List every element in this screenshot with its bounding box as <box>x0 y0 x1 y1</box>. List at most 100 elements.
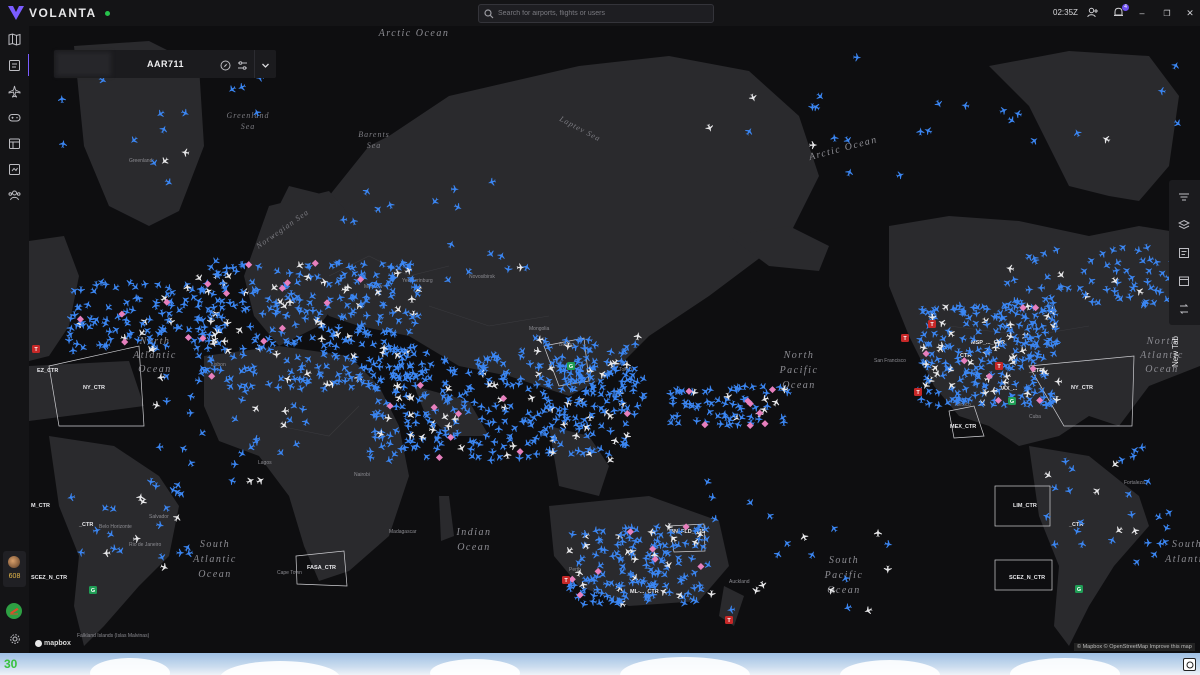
aircraft-icon[interactable] <box>227 84 238 95</box>
tool-layers[interactable] <box>1177 218 1191 232</box>
aircraft-icon[interactable] <box>620 418 631 429</box>
aircraft-icon[interactable] <box>505 400 516 411</box>
aircraft-icon[interactable] <box>173 305 184 316</box>
aircraft-icon[interactable] <box>186 457 197 468</box>
aircraft-icon[interactable] <box>606 427 615 436</box>
aircraft-icon[interactable] <box>1029 135 1040 146</box>
airport-event-marker[interactable] <box>756 409 764 417</box>
aircraft-icon[interactable] <box>1131 556 1142 567</box>
aircraft-icon[interactable] <box>368 339 379 350</box>
aircraft-icon[interactable] <box>255 475 266 486</box>
aircraft-icon[interactable] <box>596 421 607 432</box>
aircraft-icon[interactable] <box>630 410 639 419</box>
atc-tower-marker[interactable]: T <box>901 334 909 342</box>
airport-event-marker[interactable] <box>260 337 268 345</box>
aircraft-icon[interactable] <box>610 406 619 415</box>
aircraft-icon[interactable] <box>1144 538 1153 547</box>
airport-event-marker[interactable] <box>204 280 212 288</box>
aircraft-icon[interactable] <box>141 279 150 289</box>
atc-tower-marker[interactable]: T <box>32 345 40 353</box>
aircraft-icon[interactable] <box>1149 549 1160 560</box>
aircraft-icon[interactable] <box>610 436 620 446</box>
aircraft-icon[interactable] <box>704 406 715 417</box>
atc-ground-marker[interactable]: G <box>567 362 575 370</box>
aircraft-icon[interactable] <box>758 381 769 392</box>
aircraft-icon[interactable] <box>106 334 116 344</box>
aircraft-icon[interactable] <box>125 278 136 289</box>
aircraft-icon[interactable] <box>194 351 205 362</box>
friends-button[interactable] <box>1086 6 1099 19</box>
new-tab-button[interactable]: New Tab <box>1171 333 1184 371</box>
aircraft-icon[interactable] <box>758 580 768 590</box>
sidebar-item-briefing[interactable] <box>7 136 22 151</box>
sidebar-item-community[interactable] <box>7 188 22 203</box>
aircraft-icon[interactable] <box>863 605 873 615</box>
aircraft-icon[interactable] <box>489 417 498 427</box>
aircraft-icon[interactable] <box>916 127 925 136</box>
airport-event-marker[interactable] <box>761 420 769 428</box>
aircraft-icon[interactable] <box>873 528 882 537</box>
aircraft-icon[interactable] <box>110 282 121 293</box>
aircraft-icon[interactable] <box>707 590 716 599</box>
aircraft-icon[interactable] <box>102 341 111 350</box>
aircraft-icon[interactable] <box>194 272 205 283</box>
aircraft-icon[interactable] <box>196 428 207 439</box>
aircraft-icon[interactable] <box>844 167 854 177</box>
aircraft-icon[interactable] <box>417 432 427 442</box>
aircraft-icon[interactable] <box>245 475 256 486</box>
notifications-button[interactable]: 4 <box>1112 4 1129 19</box>
aircraft-icon[interactable] <box>746 412 756 422</box>
aircraft-icon[interactable] <box>498 441 509 452</box>
aircraft-icon[interactable] <box>96 340 105 349</box>
sidebar-item-logbook[interactable] <box>7 58 22 73</box>
aircraft-icon[interactable] <box>883 565 892 574</box>
aircraft-icon[interactable] <box>1109 459 1120 470</box>
aircraft-icon[interactable] <box>230 460 240 469</box>
aircraft-icon[interactable] <box>712 411 723 422</box>
atc-tower-marker[interactable]: T <box>928 320 936 328</box>
sidebar-item-flight-plan[interactable] <box>7 162 22 177</box>
aircraft-icon[interactable] <box>187 284 198 295</box>
flight-settings-button[interactable] <box>237 58 248 70</box>
aircraft-icon[interactable] <box>176 548 185 557</box>
aircraft-icon[interactable] <box>751 586 761 596</box>
aircraft-icon[interactable] <box>586 409 597 420</box>
taskbar-app-button[interactable] <box>1183 658 1196 671</box>
aircraft-icon[interactable] <box>206 317 215 326</box>
aircraft-icon[interactable] <box>1129 445 1140 456</box>
aircraft-icon[interactable] <box>65 336 74 345</box>
aircraft-icon[interactable] <box>486 456 495 465</box>
airport-event-marker[interactable] <box>435 453 443 462</box>
restore-button[interactable]: ❐ <box>1161 7 1173 20</box>
aircraft-icon[interactable] <box>488 448 497 457</box>
aircraft-icon[interactable] <box>494 451 505 462</box>
tool-filter[interactable] <box>1177 246 1191 260</box>
aircraft-icon[interactable] <box>186 408 195 417</box>
aircraft-icon[interactable] <box>507 380 518 391</box>
aircraft-icon[interactable] <box>716 419 726 429</box>
aircraft-icon[interactable] <box>236 82 247 93</box>
aircraft-icon[interactable] <box>771 397 782 408</box>
user-profile[interactable]: 608 <box>3 551 26 587</box>
aircraft-icon[interactable] <box>76 286 85 295</box>
aircraft-icon[interactable] <box>828 523 839 534</box>
aircraft-icon[interactable] <box>934 401 944 411</box>
aircraft-icon[interactable] <box>503 450 512 460</box>
aircraft-icon[interactable] <box>121 297 132 308</box>
aircraft-icon[interactable] <box>182 542 193 553</box>
aircraft-icon[interactable] <box>708 493 718 503</box>
simulator-connect-button[interactable] <box>6 603 22 619</box>
aircraft-icon[interactable] <box>713 395 724 406</box>
aircraft-icon[interactable] <box>105 327 114 336</box>
atc-ground-marker[interactable]: G <box>89 586 97 594</box>
taskbar-label[interactable]: 30 <box>4 657 17 671</box>
aircraft-icon[interactable] <box>933 99 944 110</box>
aircraft-icon[interactable] <box>227 476 237 486</box>
aircraft-icon[interactable] <box>100 342 109 351</box>
aircraft-icon[interactable] <box>1013 109 1023 119</box>
aircraft-icon[interactable] <box>745 497 756 508</box>
aircraft-icon[interactable] <box>318 340 329 351</box>
aircraft-icon[interactable] <box>178 443 189 454</box>
tool-compass[interactable] <box>1177 190 1191 204</box>
aircraft-icon[interactable] <box>531 433 541 443</box>
